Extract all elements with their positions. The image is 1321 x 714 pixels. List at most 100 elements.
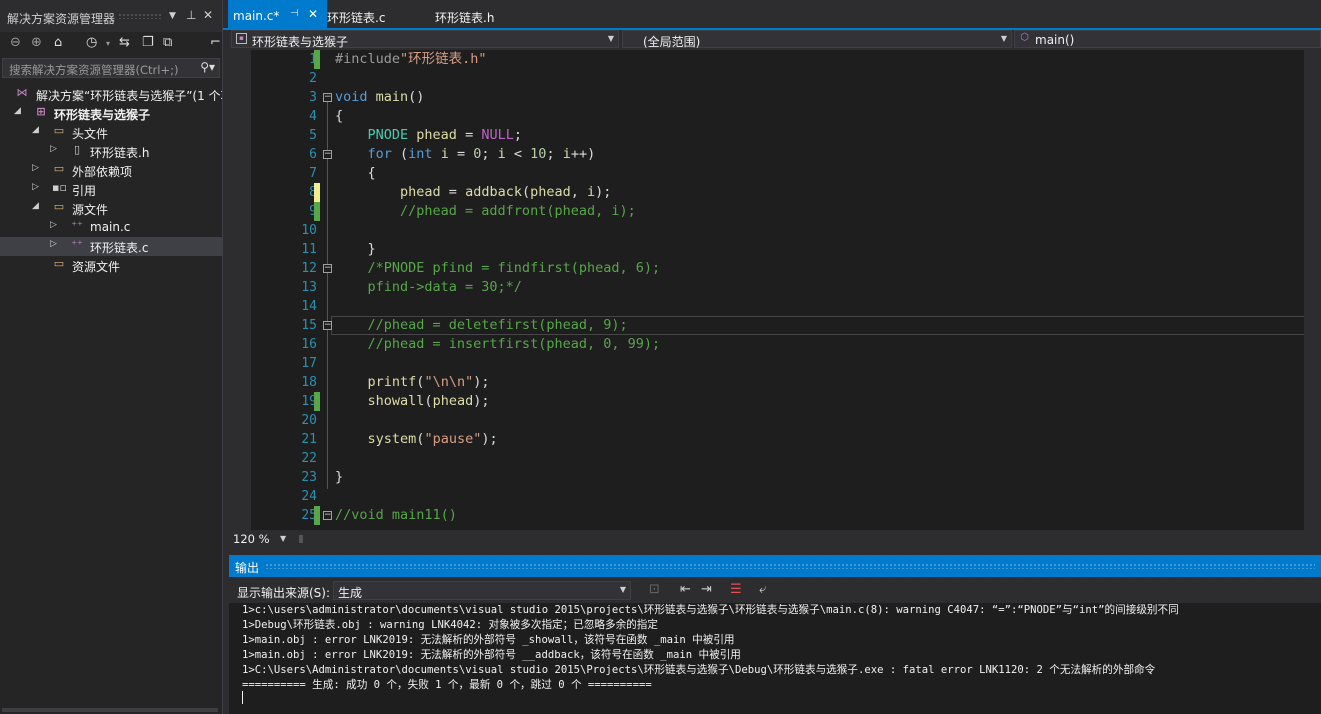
tab-linkedlist-c[interactable]: 环形链表.c [327, 0, 435, 28]
folder-icon: ▭ [53, 257, 65, 270]
tree-item-project[interactable]: ◢ ⊞ 环形链表与选猴子 [0, 104, 222, 123]
tree-item-header-files[interactable]: ◢ ▭ 头文件 [0, 123, 222, 142]
change-marker [314, 183, 320, 202]
line-number: 24 [301, 489, 317, 504]
line-number: 3 [309, 90, 317, 105]
collapse-icon[interactable]: − [323, 511, 332, 520]
line-number: 16 [301, 337, 317, 352]
sync-icon[interactable]: ⇆ [119, 35, 130, 50]
collapsed-arrow-icon[interactable]: ▷ [32, 163, 39, 173]
dropdown-icon[interactable]: ▼ [169, 11, 176, 21]
collapsed-arrow-icon[interactable]: ▷ [50, 239, 57, 249]
member-dropdown-value: main() [1035, 33, 1075, 47]
code-line: } [335, 241, 376, 257]
collapse-icon[interactable]: − [323, 150, 332, 159]
line-number: 6 [309, 147, 317, 162]
collapsed-arrow-icon[interactable]: ▷ [50, 220, 57, 230]
collapse-icon[interactable]: − [323, 264, 332, 273]
collapse-all-icon[interactable]: ❐ [142, 35, 154, 50]
expanded-arrow-icon[interactable]: ◢ [32, 125, 39, 135]
back-icon[interactable]: ⊖ [10, 35, 21, 50]
tree-item-main-c[interactable]: ▷ ⁺⁺ main.c [0, 218, 222, 237]
solution-explorer-title-bar: 解决方案资源管理器 ▼ ⊥ ✕ [0, 0, 222, 32]
expanded-arrow-icon[interactable]: ◢ [32, 201, 39, 211]
previous-message-icon[interactable]: ⇤ [680, 582, 691, 597]
change-marker [314, 506, 320, 525]
home-icon[interactable]: ⌂ [54, 35, 62, 50]
history-dropdown-icon[interactable]: ▾ [106, 39, 110, 48]
tab-main-c[interactable]: main.c* ⊣ ✕ [228, 0, 327, 28]
output-source-dropdown[interactable]: 生成 ▼ [333, 581, 631, 600]
code-editor[interactable]: 1 2 3 4 5 6 7 8 9 10 11 12 13 14 15 16 1… [223, 50, 1321, 530]
code-line: pfind->data = 30;*/ [335, 279, 522, 295]
expanded-arrow-icon[interactable]: ◢ [14, 106, 21, 116]
zoom-level[interactable]: 120 % [233, 532, 270, 546]
tree-item-external-deps[interactable]: ▷ ▭ 外部依赖项 [0, 161, 222, 180]
output-line: 1>c:\users\administrator\documents\visua… [242, 604, 1179, 616]
output-line: 1>main.obj : error LNK2019: 无法解析的外部符号 _s… [242, 634, 735, 646]
close-icon[interactable]: ✕ [308, 7, 318, 21]
document-tabs: main.c* ⊣ ✕ 环形链表.c 环形链表.h [223, 0, 1321, 28]
collapsed-arrow-icon[interactable]: ▷ [32, 182, 39, 192]
output-line: 1>Debug\环形链表.obj : warning LNK4042: 对象被多… [242, 619, 658, 631]
chevron-down-icon: ▼ [619, 585, 626, 594]
tree-item-resource-files[interactable]: ▭ 资源文件 [0, 256, 222, 275]
pin-icon[interactable]: ⊥ [186, 8, 196, 22]
solution-explorer-toolbar: ⊖ ⊕ ⌂ ◷ ▾ ⇆ ❐ ⧉ ⌐ [0, 32, 222, 56]
close-icon[interactable]: ✕ [203, 8, 213, 22]
text-caret [242, 691, 243, 704]
scope-dropdown[interactable]: (全局范围) ▼ [622, 30, 1012, 49]
clear-all-icon[interactable]: ☰ [730, 582, 742, 597]
find-message-icon[interactable]: ⊡ [649, 582, 660, 597]
output-source-value: 生成 [338, 586, 363, 600]
member-dropdown[interactable]: ⬡ main() [1014, 30, 1321, 48]
panel-grip[interactable] [265, 563, 1315, 569]
code-line: { [335, 165, 376, 181]
line-number: 8 [251, 183, 317, 202]
tree-item-label: 引用 [72, 184, 97, 198]
tree-item-source-files[interactable]: ◢ ▭ 源文件 [0, 199, 222, 218]
solution-icon: ⋈ [16, 86, 28, 99]
tree-item-linkedlist-c[interactable]: ▷ ⁺⁺ 环形链表.c [0, 237, 222, 256]
vertical-scrollbar[interactable] [1304, 50, 1321, 530]
show-all-files-icon[interactable]: ⧉ [163, 35, 172, 50]
output-line: 1>C:\Users\Administrator\documents\visua… [242, 664, 1156, 676]
line-number: 20 [301, 413, 317, 428]
tree-item-references[interactable]: ▷ ▪▫ 引用 [0, 180, 222, 199]
pin-icon[interactable]: ⊣ [290, 8, 299, 19]
tab-linkedlist-h[interactable]: 环形链表.h [435, 0, 543, 28]
code-line: system("pause"); [367, 431, 498, 447]
chevron-down-icon[interactable]: ▼ [280, 534, 286, 543]
panel-grip[interactable] [118, 13, 162, 19]
next-message-icon[interactable]: ⇥ [701, 582, 712, 597]
word-wrap-icon[interactable]: ⤶ [759, 582, 766, 597]
cpp-file-icon: ⁺⁺ [71, 238, 83, 251]
collapse-icon[interactable]: − [323, 321, 332, 330]
collapse-icon[interactable]: − [323, 93, 332, 102]
tab-label: 环形链表.c [327, 11, 386, 25]
search-placeholder: 搜索解决方案资源管理器(Ctrl+;) [9, 63, 179, 77]
horizontal-scrollbar[interactable] [299, 535, 303, 543]
tree-item-solution[interactable]: ⋈ 解决方案“环形链表与选猴子”(1 个项目) [0, 85, 223, 104]
tree-item-label: 资源文件 [72, 260, 121, 274]
code-line: //phead = insertfirst(phead, 0, 99); [335, 336, 661, 352]
project-dropdown-value: 环形链表与选猴子 [252, 35, 349, 49]
code-line: #include"环形链表.h" [335, 51, 487, 67]
history-icon[interactable]: ◷ [86, 35, 97, 50]
forward-icon[interactable]: ⊕ [31, 35, 42, 50]
line-number: 14 [301, 299, 317, 314]
scope-dropdown-value: (全局范围) [643, 35, 701, 49]
project-dropdown[interactable]: ▪ 环形链表与选猴子 ▼ [231, 30, 619, 49]
line-number: 21 [301, 432, 317, 447]
output-text-area[interactable]: 1>c:\users\administrator\documents\visua… [229, 603, 1321, 714]
search-icon[interactable]: ⚲▾ [200, 60, 215, 74]
solution-explorer-title: 解决方案资源管理器 [7, 12, 116, 26]
properties-icon[interactable]: ⌐ [210, 35, 221, 50]
tree-item-header-file[interactable]: ▷ ▯ 环形链表.h [0, 142, 222, 161]
change-marker [314, 202, 320, 221]
tree-item-label: 环形链表.c [90, 241, 149, 255]
project-icon: ⊞ [36, 105, 46, 118]
search-input[interactable]: 搜索解决方案资源管理器(Ctrl+;) ⚲▾ [2, 58, 220, 78]
horizontal-scrollbar[interactable] [2, 708, 218, 712]
collapsed-arrow-icon[interactable]: ▷ [50, 144, 57, 154]
